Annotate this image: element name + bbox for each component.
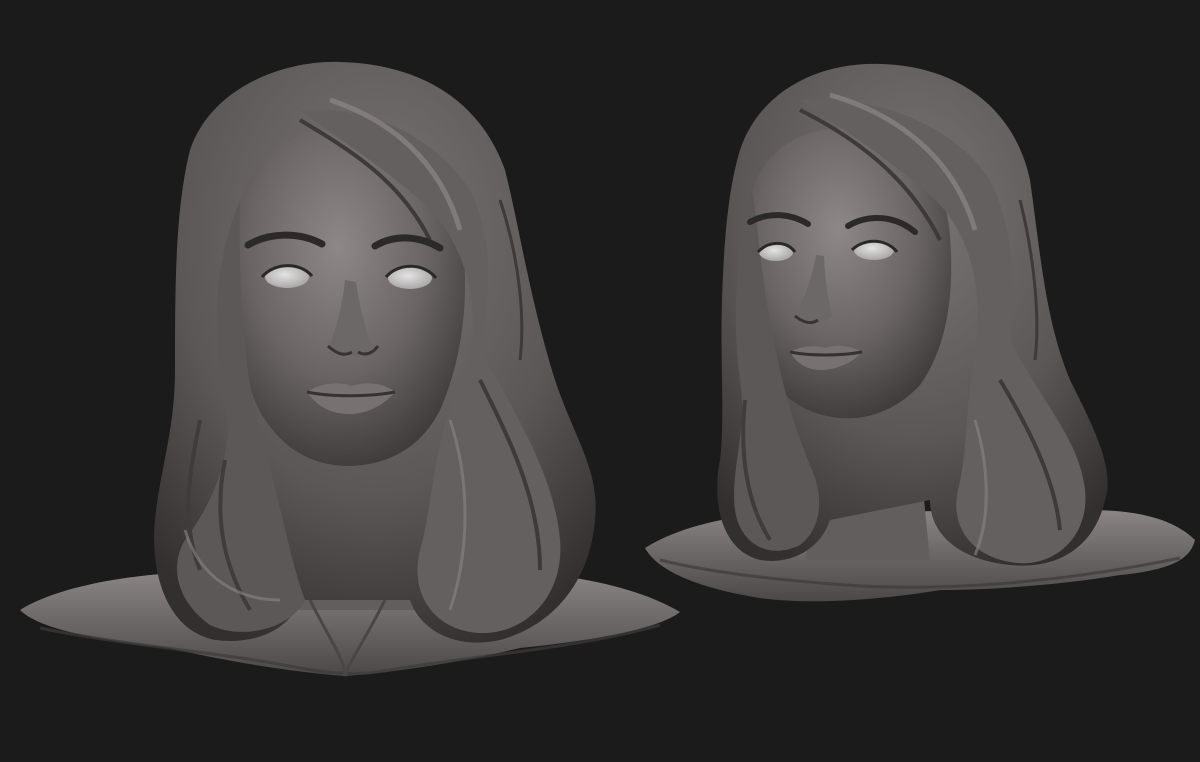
three-quarter-view-bust [645,63,1195,602]
sculpt-render-viewport [0,0,1200,762]
sculpt-render-svg [20,61,1195,677]
front-view-bust [20,61,680,677]
